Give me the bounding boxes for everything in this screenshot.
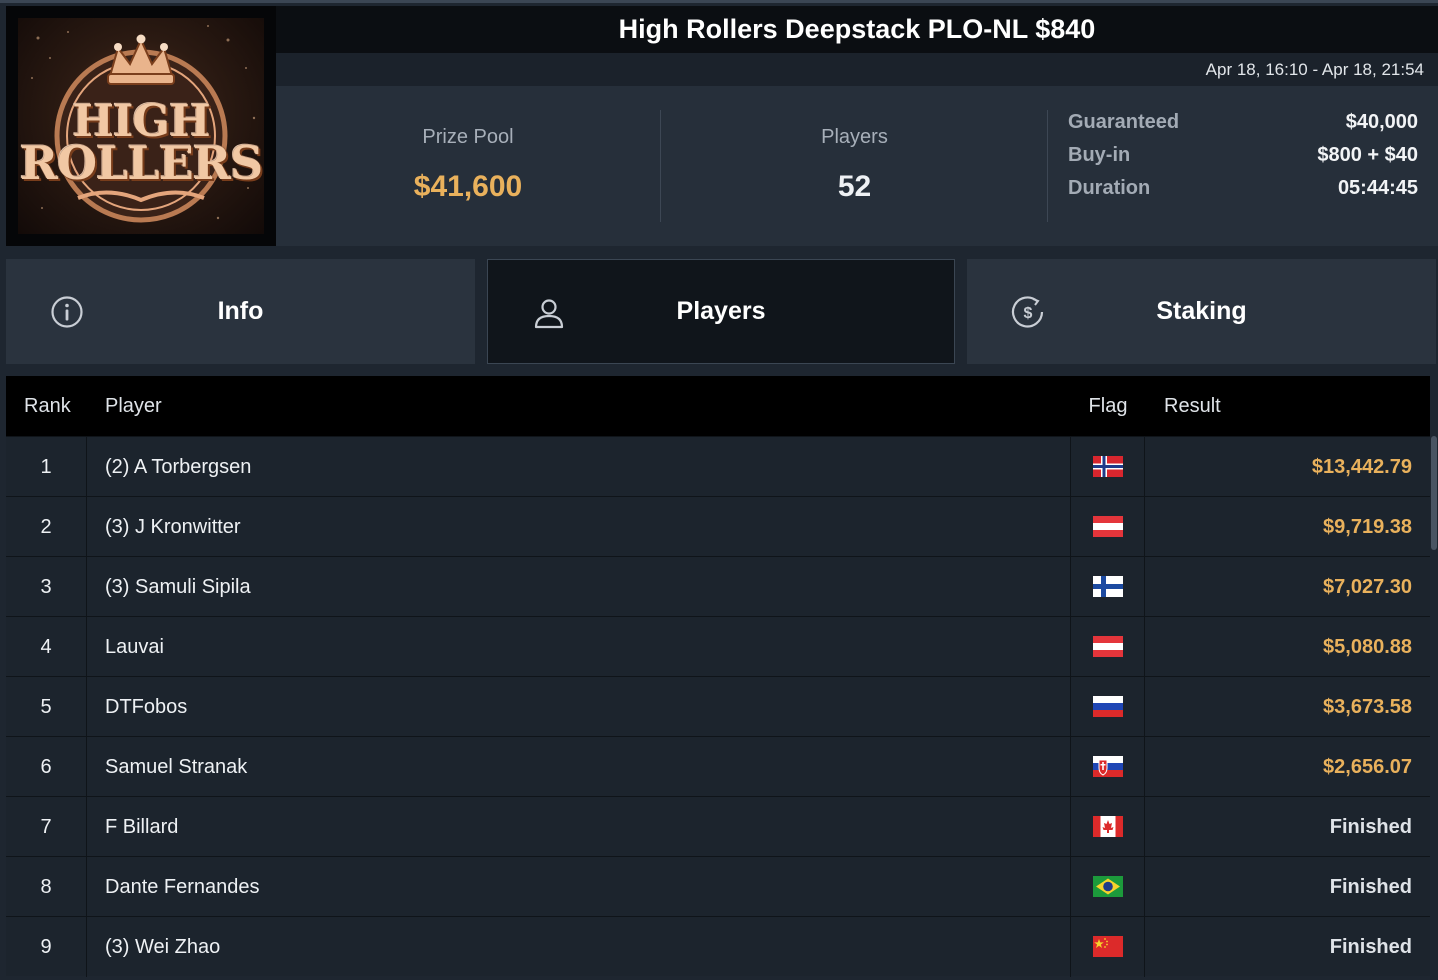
players-stat: Players 52: [662, 110, 1048, 222]
table-row[interactable]: 9 (3) Wei Zhao Finished: [6, 916, 1430, 977]
austria-flag-icon: [1092, 636, 1123, 657]
table-row[interactable]: 3 (3) Samuli Sipila $7,027.30: [6, 556, 1430, 617]
tab-label: Info: [217, 297, 264, 325]
player-name-cell[interactable]: (3) Wei Zhao: [87, 916, 1071, 977]
table-row[interactable]: 7F Billard Finished: [6, 796, 1430, 857]
table-row[interactable]: 6 Samuel Stranak $2,656.07: [6, 736, 1430, 797]
player-name-cell[interactable]: (3) J Kronwitter: [87, 496, 1071, 557]
result-cell: Finished: [1329, 875, 1412, 898]
finland-flag-icon: [1092, 576, 1123, 597]
tournament-details: Guaranteed $40,000 Buy-in $800 + $40 Dur…: [1068, 106, 1418, 205]
info-icon: [51, 296, 83, 328]
logo-artwork: HIGH ROLLERS: [18, 18, 264, 234]
rank-cell: 6: [6, 736, 87, 797]
detail-duration: Duration 05:44:45: [1068, 172, 1418, 205]
player-name-cell[interactable]: DTFobos: [87, 676, 1071, 737]
detail-value: 05:44:45: [1337, 177, 1418, 199]
prize-pool-stat: Prize Pool $41,600: [276, 110, 661, 222]
player-name-cell[interactable]: F Billard: [87, 796, 1071, 857]
detail-guaranteed: Guaranteed $40,000: [1068, 106, 1418, 139]
column-header-rank[interactable]: Rank: [6, 395, 87, 418]
column-header-player[interactable]: Player: [87, 395, 1071, 418]
logo-text-rollers: ROLLERS: [19, 136, 264, 190]
table-row[interactable]: 2 (3) J Kronwitter $9,719.38: [6, 496, 1430, 557]
rank-cell: 1: [6, 436, 87, 497]
date-range: Apr 18, 16:10 - Apr 18, 21:54: [276, 53, 1438, 86]
rank-cell: 8: [6, 856, 87, 917]
detail-label: Buy-in: [1068, 144, 1131, 166]
tab-staking[interactable]: $ Staking: [967, 259, 1436, 364]
flag-cell: [1071, 436, 1145, 497]
svg-text:$: $: [1024, 305, 1033, 322]
china-flag-icon: [1092, 936, 1123, 957]
rank-cell: 3: [6, 556, 87, 617]
table-row[interactable]: 8 Dante Fernandes Finished: [6, 856, 1430, 917]
detail-value: $40,000: [1345, 111, 1418, 133]
players-value: 52: [837, 170, 872, 203]
result-cell: $13,442.79: [1311, 455, 1412, 478]
tab-label: Players: [676, 297, 766, 325]
column-header-flag[interactable]: Flag: [1071, 395, 1145, 418]
detail-buy-in: Buy-in $800 + $40: [1068, 139, 1418, 172]
player-name-cell[interactable]: Dante Fernandes: [87, 856, 1071, 917]
result-cell: Finished: [1329, 815, 1412, 838]
prize-pool-value: $41,600: [413, 170, 523, 203]
flag-cell: [1071, 616, 1145, 677]
players-table: Rank Player Flag Result 1 (2) A Torbergse…: [6, 376, 1430, 977]
slovakia-flag-icon: [1092, 756, 1123, 777]
rank-cell: 5: [6, 676, 87, 737]
result-cell: $3,673.58: [1323, 695, 1412, 718]
detail-label: Guaranteed: [1068, 111, 1180, 133]
player-name-cell[interactable]: (3) Samuli Sipila: [87, 556, 1071, 617]
scrollbar-thumb[interactable]: [1431, 436, 1437, 550]
prize-pool-label: Prize Pool: [422, 126, 514, 148]
rank-cell: 7: [6, 796, 87, 857]
result-cell: Finished: [1329, 935, 1412, 958]
rank-cell: 9: [6, 916, 87, 977]
flag-cell: [1071, 796, 1145, 857]
flag-cell: [1071, 676, 1145, 737]
canada-flag-icon: [1092, 816, 1123, 837]
table-header: Rank Player Flag Result: [6, 376, 1430, 436]
norway-flag-icon: [1092, 456, 1123, 477]
flag-cell: [1071, 556, 1145, 617]
rank-cell: 2: [6, 496, 87, 557]
title-bar: High Rollers Deepstack PLO-NL $840: [276, 6, 1438, 53]
dollar-coin-icon: $: [1011, 296, 1044, 328]
table-row[interactable]: 4 Lauvai $5,080.88: [6, 616, 1430, 677]
table-row[interactable]: 1 (2) A Torbergsen $13,442.79: [6, 436, 1430, 497]
result-cell: $9,719.38: [1323, 515, 1412, 538]
player-name-cell[interactable]: Lauvai: [87, 616, 1071, 677]
flag-cell: [1071, 916, 1145, 977]
result-cell: $7,027.30: [1323, 575, 1412, 598]
players-label: Players: [821, 126, 888, 148]
table-row[interactable]: 5 DTFobos $3,673.58: [6, 676, 1430, 737]
russia-flag-icon: [1092, 696, 1123, 717]
scrollbar[interactable]: [1430, 436, 1438, 980]
top-border: [0, 0, 1438, 3]
stats-panel: Prize Pool $41,600 Players 52 Guaranteed…: [276, 86, 1438, 246]
tournament-title: High Rollers Deepstack PLO-NL $840: [618, 14, 1096, 44]
detail-label: Duration: [1068, 177, 1151, 199]
flag-cell: [1071, 856, 1145, 917]
tournament-logo: HIGH ROLLERS: [6, 6, 276, 246]
column-header-result[interactable]: Result: [1145, 395, 1430, 418]
tab-info[interactable]: Info: [6, 259, 475, 364]
flag-cell: [1071, 736, 1145, 797]
austria-flag-icon: [1092, 516, 1123, 537]
result-cell: $2,656.07: [1323, 755, 1412, 778]
tab-players[interactable]: Players: [487, 259, 955, 364]
brazil-flag-icon: [1092, 876, 1123, 897]
flag-cell: [1071, 496, 1145, 557]
player-name-cell[interactable]: (2) A Torbergsen: [87, 436, 1071, 497]
table-body: 1 (2) A Torbergsen $13,442.79 2 (3) J Kronwi…: [6, 436, 1430, 977]
tab-label: Staking: [1156, 297, 1247, 325]
player-name-cell[interactable]: Samuel Stranak: [87, 736, 1071, 797]
detail-value: $800 + $40: [1317, 144, 1418, 166]
rank-cell: 4: [6, 616, 87, 677]
result-cell: $5,080.88: [1323, 635, 1412, 658]
user-icon: [534, 299, 564, 329]
